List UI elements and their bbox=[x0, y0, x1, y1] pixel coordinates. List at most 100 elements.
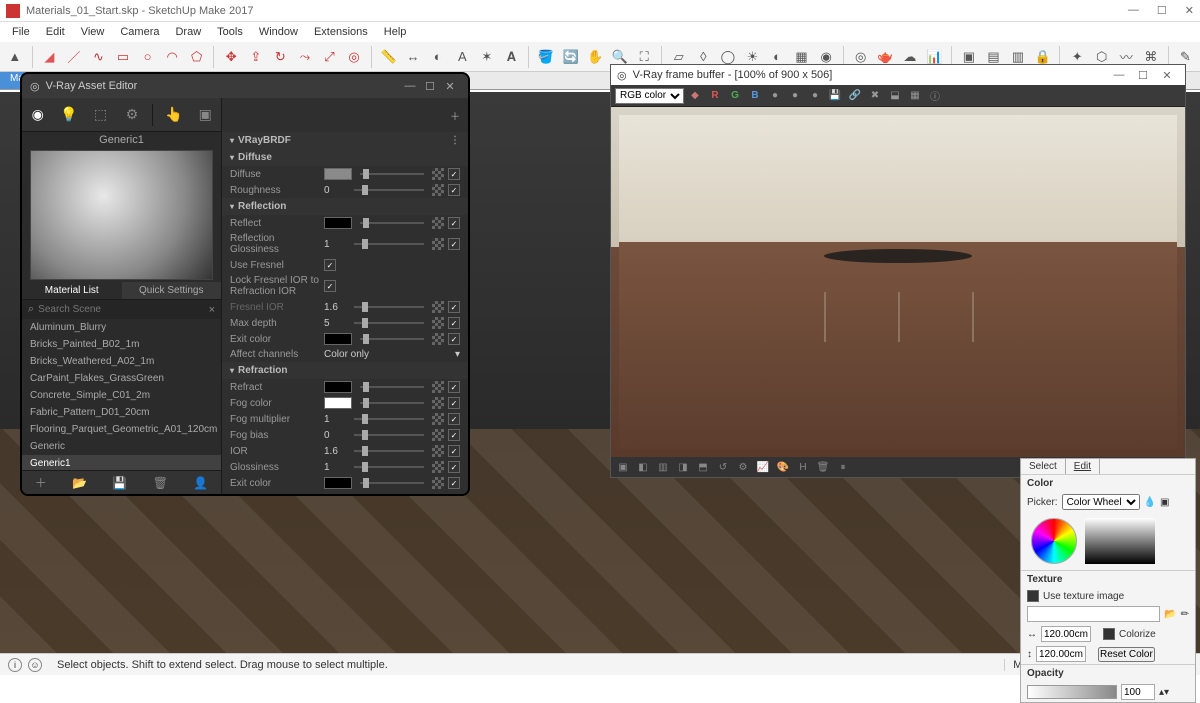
text-icon[interactable]: A bbox=[452, 46, 474, 68]
opacity-slider[interactable] bbox=[1027, 685, 1117, 699]
texture-slot-icon[interactable] bbox=[432, 397, 444, 409]
texture-slot-icon[interactable] bbox=[432, 461, 444, 473]
vfb-mono-icon[interactable]: ● bbox=[766, 87, 784, 105]
menu-extensions[interactable]: Extensions bbox=[308, 24, 374, 40]
vfb-b4-icon[interactable]: ◨ bbox=[675, 459, 691, 475]
opacity-spinner-icon[interactable]: ▴▾ bbox=[1159, 687, 1169, 698]
vfb-b8-icon[interactable]: 📈 bbox=[755, 459, 771, 475]
vfb-titlebar[interactable]: ◎ V-Ray frame buffer - [100% of 900 x 50… bbox=[611, 65, 1185, 85]
arc-icon[interactable]: ◠ bbox=[161, 46, 183, 68]
vfb-b10-icon[interactable]: H bbox=[795, 459, 811, 475]
value-slider[interactable] bbox=[1085, 518, 1155, 564]
value-slider[interactable] bbox=[354, 243, 424, 245]
value-slider[interactable] bbox=[360, 402, 424, 404]
texture-slot-icon[interactable] bbox=[432, 381, 444, 393]
vfb-save-icon[interactable]: 💾 bbox=[826, 87, 844, 105]
save-material-icon[interactable]: 💾 bbox=[112, 476, 127, 490]
vfb-b12-icon[interactable]: ⏸ bbox=[835, 459, 851, 475]
colorize-checkbox[interactable] bbox=[1103, 628, 1115, 640]
number-value[interactable]: 0 bbox=[324, 430, 346, 441]
dropdown[interactable]: Color only bbox=[324, 349, 451, 360]
dimension-icon[interactable]: ↔ bbox=[402, 46, 424, 68]
menu-view[interactable]: View bbox=[75, 24, 111, 40]
menu-camera[interactable]: Camera bbox=[114, 24, 165, 40]
menu-file[interactable]: File bbox=[6, 24, 36, 40]
followme-icon[interactable]: ⤳ bbox=[294, 46, 316, 68]
enable-checkbox[interactable] bbox=[448, 429, 460, 441]
vfb-b2-icon[interactable]: ◧ bbox=[635, 459, 651, 475]
texture-slot-icon[interactable] bbox=[432, 333, 444, 345]
color-swatch[interactable] bbox=[324, 168, 352, 180]
vfb-b5-icon[interactable]: ⬒ bbox=[695, 459, 711, 475]
add-layer-icon[interactable]: ＋ bbox=[450, 108, 460, 123]
enable-checkbox[interactable] bbox=[448, 397, 460, 409]
protractor-icon[interactable]: ◐ bbox=[427, 46, 449, 68]
enable-checkbox[interactable] bbox=[448, 238, 460, 250]
value-slider[interactable] bbox=[360, 386, 424, 388]
value-slider[interactable] bbox=[360, 338, 424, 340]
section-header[interactable]: Diffuse bbox=[222, 149, 468, 166]
move-tool-icon[interactable]: ✥ bbox=[220, 46, 242, 68]
tex-height-input[interactable] bbox=[1036, 646, 1086, 662]
enable-checkbox[interactable] bbox=[448, 217, 460, 229]
texture-slot-icon[interactable] bbox=[432, 445, 444, 457]
value-slider[interactable] bbox=[354, 466, 424, 468]
clear-search-icon[interactable]: × bbox=[209, 304, 215, 316]
texture-slot-icon[interactable] bbox=[432, 238, 444, 250]
eyedropper-icon[interactable]: 💧 bbox=[1144, 497, 1156, 508]
vfb-min-button[interactable]: — bbox=[1107, 69, 1131, 81]
tape-icon[interactable]: 📏 bbox=[378, 46, 400, 68]
material-preview[interactable] bbox=[30, 150, 213, 280]
value-slider[interactable] bbox=[354, 306, 424, 308]
material-item[interactable]: Concrete_Simple_C01_2m bbox=[22, 387, 221, 404]
texture-slot-icon[interactable] bbox=[432, 413, 444, 425]
vfb-dot2-icon[interactable]: ● bbox=[786, 87, 804, 105]
color-swatch[interactable] bbox=[324, 217, 352, 229]
checkbox[interactable] bbox=[324, 280, 336, 292]
value-slider[interactable] bbox=[354, 322, 424, 324]
vfb-grid-icon[interactable]: ▦ bbox=[906, 87, 924, 105]
number-value[interactable]: 1 bbox=[324, 414, 346, 425]
search-input[interactable] bbox=[38, 304, 208, 315]
vfb-b6-icon[interactable]: ↺ bbox=[715, 459, 731, 475]
vfb-link-icon[interactable]: 🔗 bbox=[846, 87, 864, 105]
value-slider[interactable] bbox=[360, 173, 424, 175]
material-item[interactable]: Fabric_Pattern_D01_20cm bbox=[22, 404, 221, 421]
scale-icon[interactable]: ⤢ bbox=[319, 46, 341, 68]
freehand-icon[interactable]: ∿ bbox=[88, 46, 110, 68]
vfb-r-button[interactable]: R bbox=[706, 87, 724, 105]
material-item[interactable]: Generic1 bbox=[22, 455, 221, 470]
import-material-icon[interactable]: 📂 bbox=[72, 476, 87, 490]
status-info-icon[interactable]: i bbox=[8, 658, 22, 672]
menu-draw[interactable]: Draw bbox=[169, 24, 207, 40]
vray-asset-editor-window[interactable]: ◎ V-Ray Asset Editor — ☐ ✕ ◉ 💡 ⬚ ⚙ 👆 ▣ G… bbox=[20, 72, 470, 496]
material-item[interactable]: Bricks_Painted_B02_1m bbox=[22, 336, 221, 353]
enable-checkbox[interactable] bbox=[448, 333, 460, 345]
asset-max-button[interactable]: ☐ bbox=[420, 80, 440, 93]
material-item[interactable]: CarPaint_Flakes_GrassGreen bbox=[22, 370, 221, 387]
asset-min-button[interactable]: — bbox=[400, 80, 420, 92]
menu-tools[interactable]: Tools bbox=[211, 24, 249, 40]
quick-settings-tab[interactable]: Quick Settings bbox=[122, 282, 222, 299]
window-minimize-button[interactable]: — bbox=[1128, 4, 1139, 17]
vfb-info-icon[interactable]: ⓘ bbox=[926, 87, 944, 105]
opacity-value[interactable] bbox=[1121, 684, 1155, 700]
texture-slot-icon[interactable] bbox=[432, 217, 444, 229]
vfb-diamond-icon[interactable]: ◆ bbox=[686, 87, 704, 105]
use-texture-checkbox[interactable] bbox=[1027, 590, 1039, 602]
geometry-tab-icon[interactable]: ⬚ bbox=[90, 104, 112, 126]
material-list[interactable]: Aluminum_BlurryBricks_Painted_B02_1mBric… bbox=[22, 319, 221, 470]
texture-slot-icon[interactable] bbox=[432, 301, 444, 313]
material-list-tab[interactable]: Material List bbox=[22, 282, 122, 299]
material-item[interactable]: Bricks_Weathered_A02_1m bbox=[22, 353, 221, 370]
apply-material-icon[interactable]: 👤 bbox=[193, 476, 208, 490]
material-item[interactable]: Aluminum_Blurry bbox=[22, 319, 221, 336]
rotate-icon[interactable]: ↻ bbox=[270, 46, 292, 68]
vfb-g-button[interactable]: G bbox=[726, 87, 744, 105]
texture-slot-icon[interactable] bbox=[432, 429, 444, 441]
vfb-render-view[interactable] bbox=[611, 107, 1185, 457]
lights-tab-icon[interactable]: 💡 bbox=[58, 104, 80, 126]
eraser-icon[interactable]: ◢ bbox=[39, 46, 61, 68]
edit-texture-icon[interactable]: ✏ bbox=[1181, 609, 1189, 620]
window-maximize-button[interactable]: ☐ bbox=[1157, 4, 1167, 17]
